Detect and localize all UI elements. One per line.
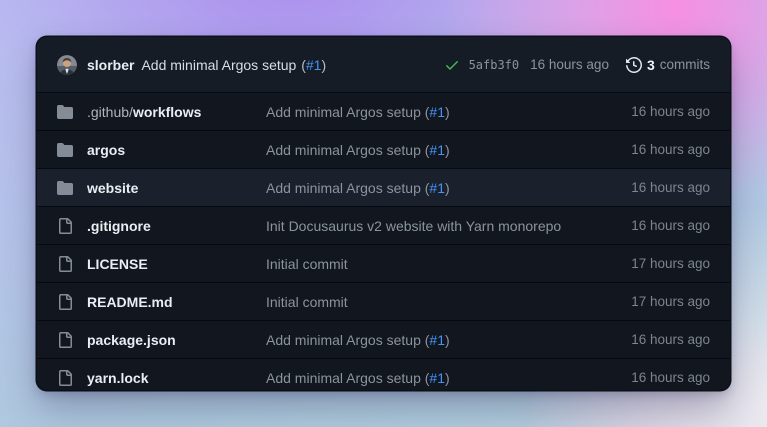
commits-count: 3: [647, 57, 655, 73]
commit-history-link[interactable]: 3 commits: [626, 57, 710, 73]
commit-message-link[interactable]: Initial commit: [266, 256, 348, 272]
file-name-cell: yarn.lock: [37, 370, 266, 386]
commit-message-cell: Add minimal Argos setup (#1): [266, 370, 631, 386]
commit-time: 16 hours ago: [631, 104, 730, 119]
commit-message-cell: Init Docusaurus v2 website with Yarn mon…: [266, 218, 631, 234]
pr-link[interactable]: #1: [429, 332, 445, 348]
file-name-cell: .github/workflows: [37, 104, 266, 120]
commit-time: 17 hours ago: [631, 256, 730, 271]
commit-message-link[interactable]: Init Docusaurus v2 website with Yarn mon…: [266, 218, 561, 234]
file-icon: [57, 218, 73, 234]
table-row[interactable]: yarn.lockAdd minimal Argos setup (#1)16 …: [37, 358, 730, 390]
file-name-link[interactable]: package.json: [87, 332, 176, 348]
folder-icon: [57, 142, 73, 158]
paren-close: ): [445, 370, 450, 386]
commit-time: 16 hours ago: [631, 218, 730, 233]
commit-time: 16 hours ago: [631, 332, 730, 347]
table-row[interactable]: package.json Add minimal Argos setup (#1)…: [37, 320, 730, 358]
file-name: .gitignore: [87, 218, 151, 234]
paren-close: ): [445, 180, 450, 196]
paren-close: ): [445, 332, 450, 348]
table-row[interactable]: .gitignore Init Docusaurus v2 website wit…: [37, 206, 730, 244]
file-name-link[interactable]: argos: [87, 142, 125, 158]
pr-link[interactable]: #1: [429, 180, 445, 196]
file-name-link[interactable]: LICENSE: [87, 256, 148, 272]
commit-message-link[interactable]: Add minimal Argos setup (: [266, 180, 429, 196]
file-name-link[interactable]: yarn.lock: [87, 370, 148, 386]
commit-time: 17 hours ago: [631, 294, 730, 309]
repo-file-browser-card: slorber Add minimal Argos setup (#1) 5af…: [37, 37, 730, 390]
latest-commit-header: slorber Add minimal Argos setup (#1) 5af…: [37, 37, 730, 93]
commit-time: 16 hours ago: [631, 370, 730, 385]
commit-message-cell: Initial commit: [266, 256, 631, 272]
folder-icon: [57, 180, 73, 196]
file-name-link[interactable]: .gitignore: [87, 218, 151, 234]
file-name-cell: argos: [37, 142, 266, 158]
commits-label: commits: [660, 57, 710, 72]
paren-close: ): [321, 57, 326, 73]
file-name: workflows: [133, 104, 201, 120]
check-icon: [444, 57, 460, 73]
commit-message-link[interactable]: Add minimal Argos setup (: [266, 332, 429, 348]
file-name: README.md: [87, 294, 173, 310]
file-name: LICENSE: [87, 256, 148, 272]
file-name: package.json: [87, 332, 176, 348]
pr-link[interactable]: #1: [429, 104, 445, 120]
commit-message-link[interactable]: Add minimal Argos setup (: [266, 370, 429, 386]
pr-link[interactable]: #1: [429, 370, 445, 386]
commit-message-link[interactable]: Add minimal Argos setup: [141, 57, 296, 73]
commit-message-link[interactable]: Add minimal Argos setup (: [266, 104, 429, 120]
pr-link[interactable]: #1: [306, 57, 322, 73]
folder-icon: [57, 104, 73, 120]
file-name: website: [87, 180, 138, 196]
commit-meta: 5afb3f0 16 hours ago 3 commits: [444, 57, 710, 73]
commit-message-link[interactable]: Initial commit: [266, 294, 348, 310]
file-name-cell: website: [37, 180, 266, 196]
commit-message-cell: Add minimal Argos setup (#1): [266, 104, 631, 120]
commit-message-cell: Initial commit: [266, 294, 631, 310]
file-icon: [57, 256, 73, 272]
file-name-link[interactable]: .github/workflows: [87, 104, 201, 120]
commit-sha-link[interactable]: 5afb3f0: [469, 58, 520, 72]
commit-message: Add minimal Argos setup (#1): [141, 57, 326, 73]
file-name: yarn.lock: [87, 370, 148, 386]
commit-timestamp: 16 hours ago: [530, 57, 609, 72]
file-icon: [57, 370, 73, 386]
file-name: argos: [87, 142, 125, 158]
file-name-cell: README.md: [37, 294, 266, 310]
table-row[interactable]: LICENSE Initial commit 17 hours ago: [37, 244, 730, 282]
table-row[interactable]: websiteAdd minimal Argos setup (#1)16 ho…: [37, 168, 730, 206]
file-name-cell: LICENSE: [37, 256, 266, 272]
paren-close: ): [445, 104, 450, 120]
file-name-link[interactable]: README.md: [87, 294, 173, 310]
commit-message-link[interactable]: Add minimal Argos setup (: [266, 142, 429, 158]
commit-message-cell: Add minimal Argos setup (#1): [266, 332, 631, 348]
commit-time: 16 hours ago: [631, 180, 730, 195]
commit-message-cell: Add minimal Argos setup (#1): [266, 142, 631, 158]
file-icon: [57, 294, 73, 310]
file-icon: [57, 332, 73, 348]
file-table: .github/workflows Add minimal Argos setup…: [37, 93, 730, 390]
file-name-cell: .gitignore: [37, 218, 266, 234]
directory-prefix: .github/: [87, 104, 133, 120]
table-row[interactable]: README.md Initial commit 17 hours ago: [37, 282, 730, 320]
table-row[interactable]: .github/workflows Add minimal Argos setup…: [37, 93, 730, 130]
paren-close: ): [445, 142, 450, 158]
commit-time: 16 hours ago: [631, 142, 730, 157]
avatar[interactable]: [57, 55, 77, 75]
history-icon: [626, 57, 642, 73]
pr-link[interactable]: #1: [429, 142, 445, 158]
commit-author-link[interactable]: slorber: [87, 57, 134, 73]
file-name-cell: package.json: [37, 332, 266, 348]
file-name-link[interactable]: website: [87, 180, 138, 196]
table-row[interactable]: argosAdd minimal Argos setup (#1)16 hour…: [37, 130, 730, 168]
commit-message-cell: Add minimal Argos setup (#1): [266, 180, 631, 196]
